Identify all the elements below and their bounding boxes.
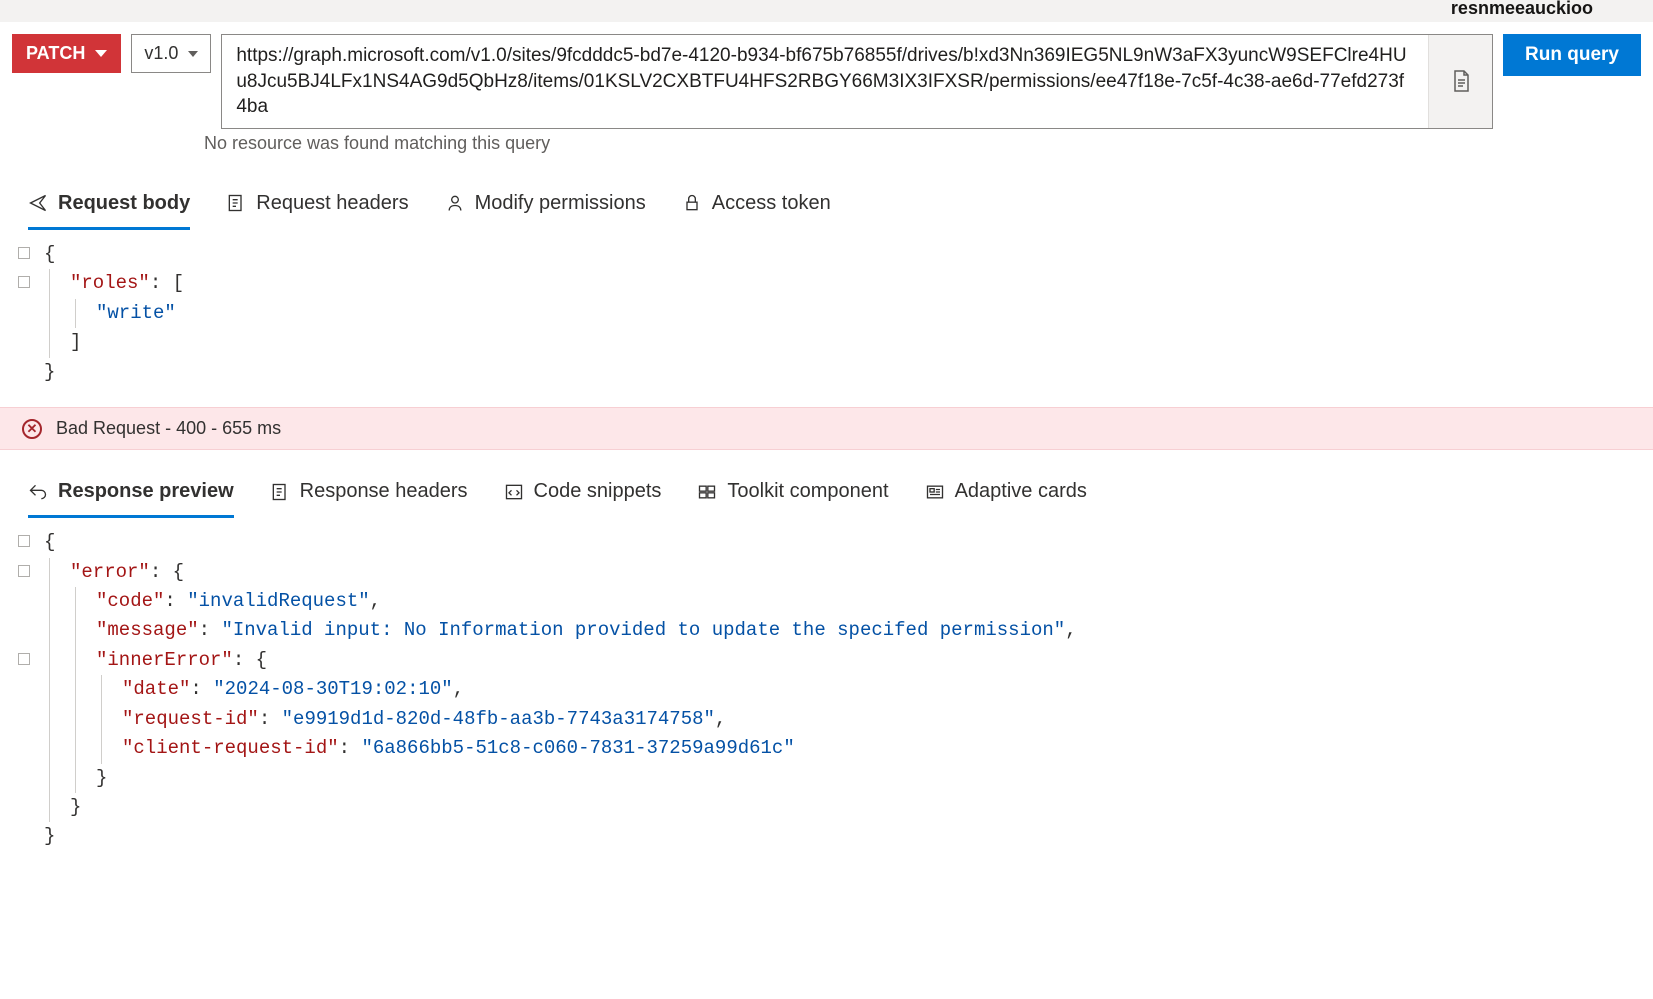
api-version-dropdown[interactable]: v1.0 [131, 34, 211, 73]
http-method-label: PATCH [26, 43, 85, 64]
error-icon: ✕ [22, 419, 42, 439]
card-icon [925, 482, 945, 502]
document-icon [1452, 70, 1470, 92]
headers-icon [226, 193, 246, 213]
tab-label: Toolkit component [727, 480, 888, 503]
request-body-editor[interactable]: { "roles": [ "write" ] } [0, 230, 1653, 407]
fold-marker[interactable] [18, 247, 30, 259]
top-bar: resnmeeauckioo [0, 0, 1653, 22]
chevron-down-icon [188, 51, 198, 57]
tab-response-headers[interactable]: Response headers [270, 472, 468, 518]
url-input[interactable]: https://graph.microsoft.com/v1.0/sites/9… [222, 35, 1428, 128]
fold-marker[interactable] [18, 565, 30, 577]
no-resource-msg: No resource was found matching this quer… [204, 133, 1653, 154]
response-tabs: Response preview Response headers Code s… [0, 472, 1653, 518]
request-tabs: Request body Request headers Modify perm… [0, 184, 1653, 230]
tab-modify-permissions[interactable]: Modify permissions [445, 184, 646, 230]
run-query-button[interactable]: Run query [1503, 34, 1641, 76]
doc-button[interactable] [1428, 35, 1492, 128]
tab-label: Adaptive cards [955, 480, 1087, 503]
tab-label: Response headers [300, 480, 468, 503]
send-icon [28, 193, 48, 213]
tab-access-token[interactable]: Access token [682, 184, 831, 230]
fold-marker[interactable] [18, 535, 30, 547]
username-label: resnmeeauckioo [1451, 0, 1593, 19]
tab-adaptive-cards[interactable]: Adaptive cards [925, 472, 1087, 518]
headers-icon [270, 482, 290, 502]
tab-label: Request headers [256, 192, 408, 215]
toolkit-icon [697, 482, 717, 502]
tab-label: Modify permissions [475, 192, 646, 215]
code-icon [504, 482, 524, 502]
permissions-icon [445, 193, 465, 213]
tab-toolkit-component[interactable]: Toolkit component [697, 472, 888, 518]
fold-marker[interactable] [18, 276, 30, 288]
query-row: PATCH v1.0 https://graph.microsoft.com/v… [0, 22, 1653, 141]
status-bar: ✕ Bad Request - 400 - 655 ms [0, 407, 1653, 450]
undo-icon [28, 482, 48, 502]
tab-request-headers[interactable]: Request headers [226, 184, 408, 230]
api-version-label: v1.0 [144, 43, 178, 64]
fold-marker[interactable] [18, 653, 30, 665]
http-method-dropdown[interactable]: PATCH [12, 34, 121, 73]
response-body-viewer[interactable]: { "error": { "code": "invalidRequest", "… [0, 518, 1653, 872]
status-text: Bad Request - 400 - 655 ms [56, 418, 281, 439]
lock-icon [682, 193, 702, 213]
tab-label: Request body [58, 192, 190, 215]
tab-label: Response preview [58, 480, 234, 503]
url-input-container: https://graph.microsoft.com/v1.0/sites/9… [221, 34, 1493, 129]
tab-code-snippets[interactable]: Code snippets [504, 472, 662, 518]
chevron-down-icon [95, 50, 107, 57]
tab-label: Access token [712, 192, 831, 215]
tab-request-body[interactable]: Request body [28, 184, 190, 230]
tab-label: Code snippets [534, 480, 662, 503]
tab-response-preview[interactable]: Response preview [28, 472, 234, 518]
